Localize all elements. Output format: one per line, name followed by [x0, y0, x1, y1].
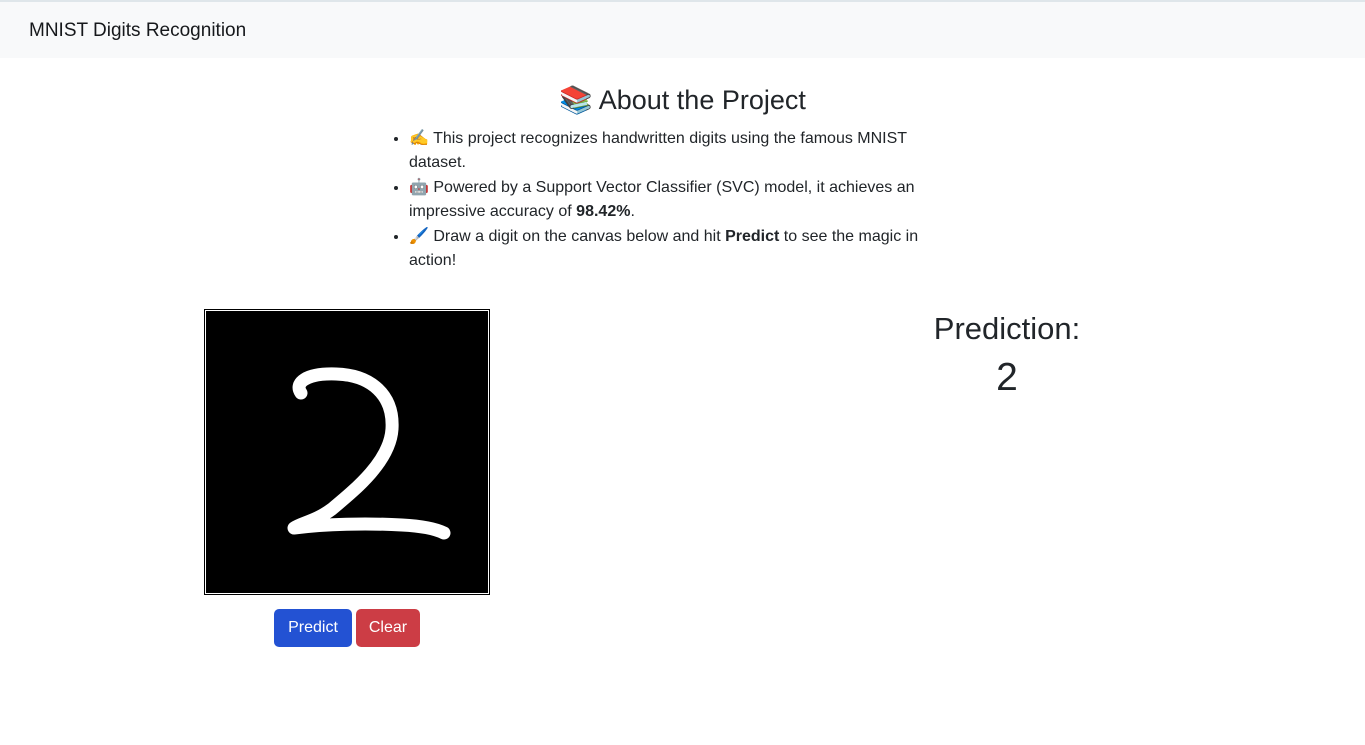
clear-button[interactable]: Clear	[356, 609, 420, 647]
about-title: 📚 About the Project	[0, 84, 1365, 116]
about-item-instructions: 🖌️ Draw a digit on the canvas below and …	[409, 224, 954, 273]
predict-button[interactable]: Predict	[274, 609, 352, 647]
drawing-canvas-frame	[204, 309, 490, 595]
navbar-brand[interactable]: MNIST Digits Recognition	[29, 20, 246, 42]
accuracy-value: 98.42%	[576, 203, 631, 220]
drawn-digit-stroke	[287, 367, 451, 540]
writing-hand-icon: ✍️	[409, 130, 429, 147]
drawing-canvas[interactable]	[206, 311, 488, 593]
prediction-panel: Prediction: 2	[857, 308, 1157, 408]
prediction-value: 2	[996, 356, 1018, 399]
about-item-model: 🤖 Powered by a Support Vector Classifier…	[409, 175, 954, 224]
about-section: 📚 About the Project ✍️ This project reco…	[0, 84, 1365, 269]
about-title-text: About the Project	[598, 85, 806, 115]
paintbrush-icon: 🖌️	[409, 228, 429, 245]
navbar: MNIST Digits Recognition	[0, 0, 1365, 58]
about-item-dataset: ✍️ This project recognizes handwritten d…	[409, 126, 954, 175]
books-icon: 📚	[559, 85, 593, 115]
about-list: ✍️ This project recognizes handwritten d…	[391, 126, 954, 273]
prediction-label: Prediction:	[933, 311, 1081, 346]
robot-icon: 🤖	[409, 179, 429, 196]
